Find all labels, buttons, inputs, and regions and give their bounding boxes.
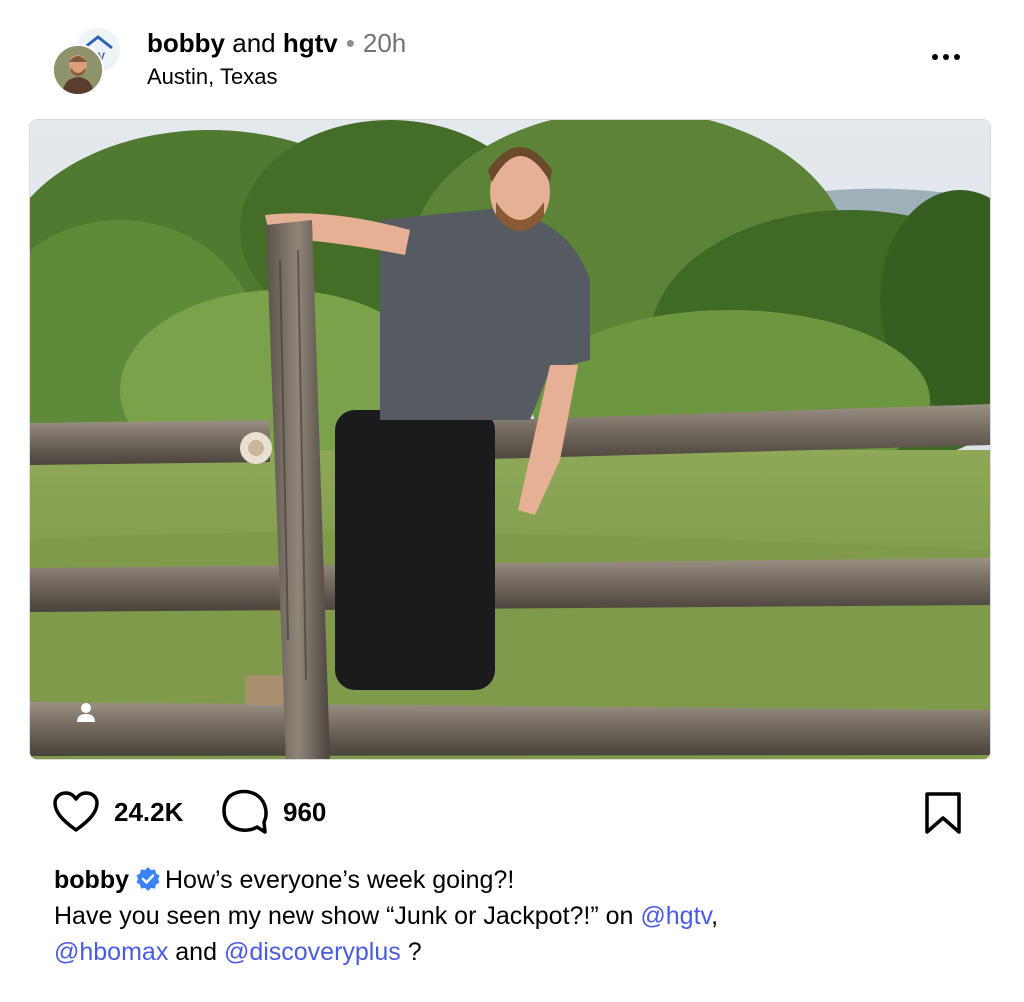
caption-text-1: How’s everyone’s week going?! (165, 866, 515, 894)
bobby-avatar[interactable] (52, 44, 104, 96)
post-actions: 24.2K 960 (0, 780, 1024, 844)
caption-and: and (168, 938, 224, 966)
and-text: and (232, 28, 276, 58)
author-username[interactable]: bobby (147, 28, 225, 58)
coauthor-username[interactable]: hgtv (283, 28, 338, 58)
caption-suffix: ? (400, 938, 422, 966)
caption-author[interactable]: bobby (54, 866, 129, 894)
caption-line-2: Have you seen my new show “Junk or Jackp… (54, 898, 974, 934)
comment-bubble-icon[interactable] (220, 788, 270, 836)
more-options-icon[interactable] (924, 42, 968, 72)
like-count[interactable]: 24.2K (114, 796, 183, 828)
heart-icon[interactable] (52, 790, 100, 834)
post-location[interactable]: Austin, Texas (147, 62, 277, 92)
caption-line-3: @hbomax and @discoveryplus ? (54, 934, 974, 970)
caption-comma: , (711, 902, 719, 930)
post-image[interactable] (29, 119, 991, 760)
post-caption: bobby How’s everyone’s week going?! Have … (54, 862, 974, 970)
user-tag-icon[interactable] (72, 698, 100, 726)
bookmark-icon[interactable] (923, 790, 963, 836)
mention-hbomax[interactable]: @hbomax (54, 938, 168, 966)
avatar-stack[interactable]: TV (50, 24, 126, 96)
verified-badge-icon (135, 866, 161, 892)
caption-text-2: Have you seen my new show “Junk or Jackp… (54, 902, 641, 930)
post-header: TV bobby and hgtv• 20h Austin, Texas (0, 0, 1024, 118)
mention-hgtv[interactable]: @hgtv (640, 902, 711, 930)
comment-count[interactable]: 960 (283, 796, 326, 828)
post-author-line: bobby and hgtv • 20h (147, 26, 406, 60)
caption-line-1: bobby How’s everyone’s week going?! (54, 862, 974, 898)
post-time[interactable]: 20h (363, 28, 406, 58)
mention-discoveryplus[interactable]: @discoveryplus (224, 938, 401, 966)
separator-dot: • (345, 28, 355, 58)
